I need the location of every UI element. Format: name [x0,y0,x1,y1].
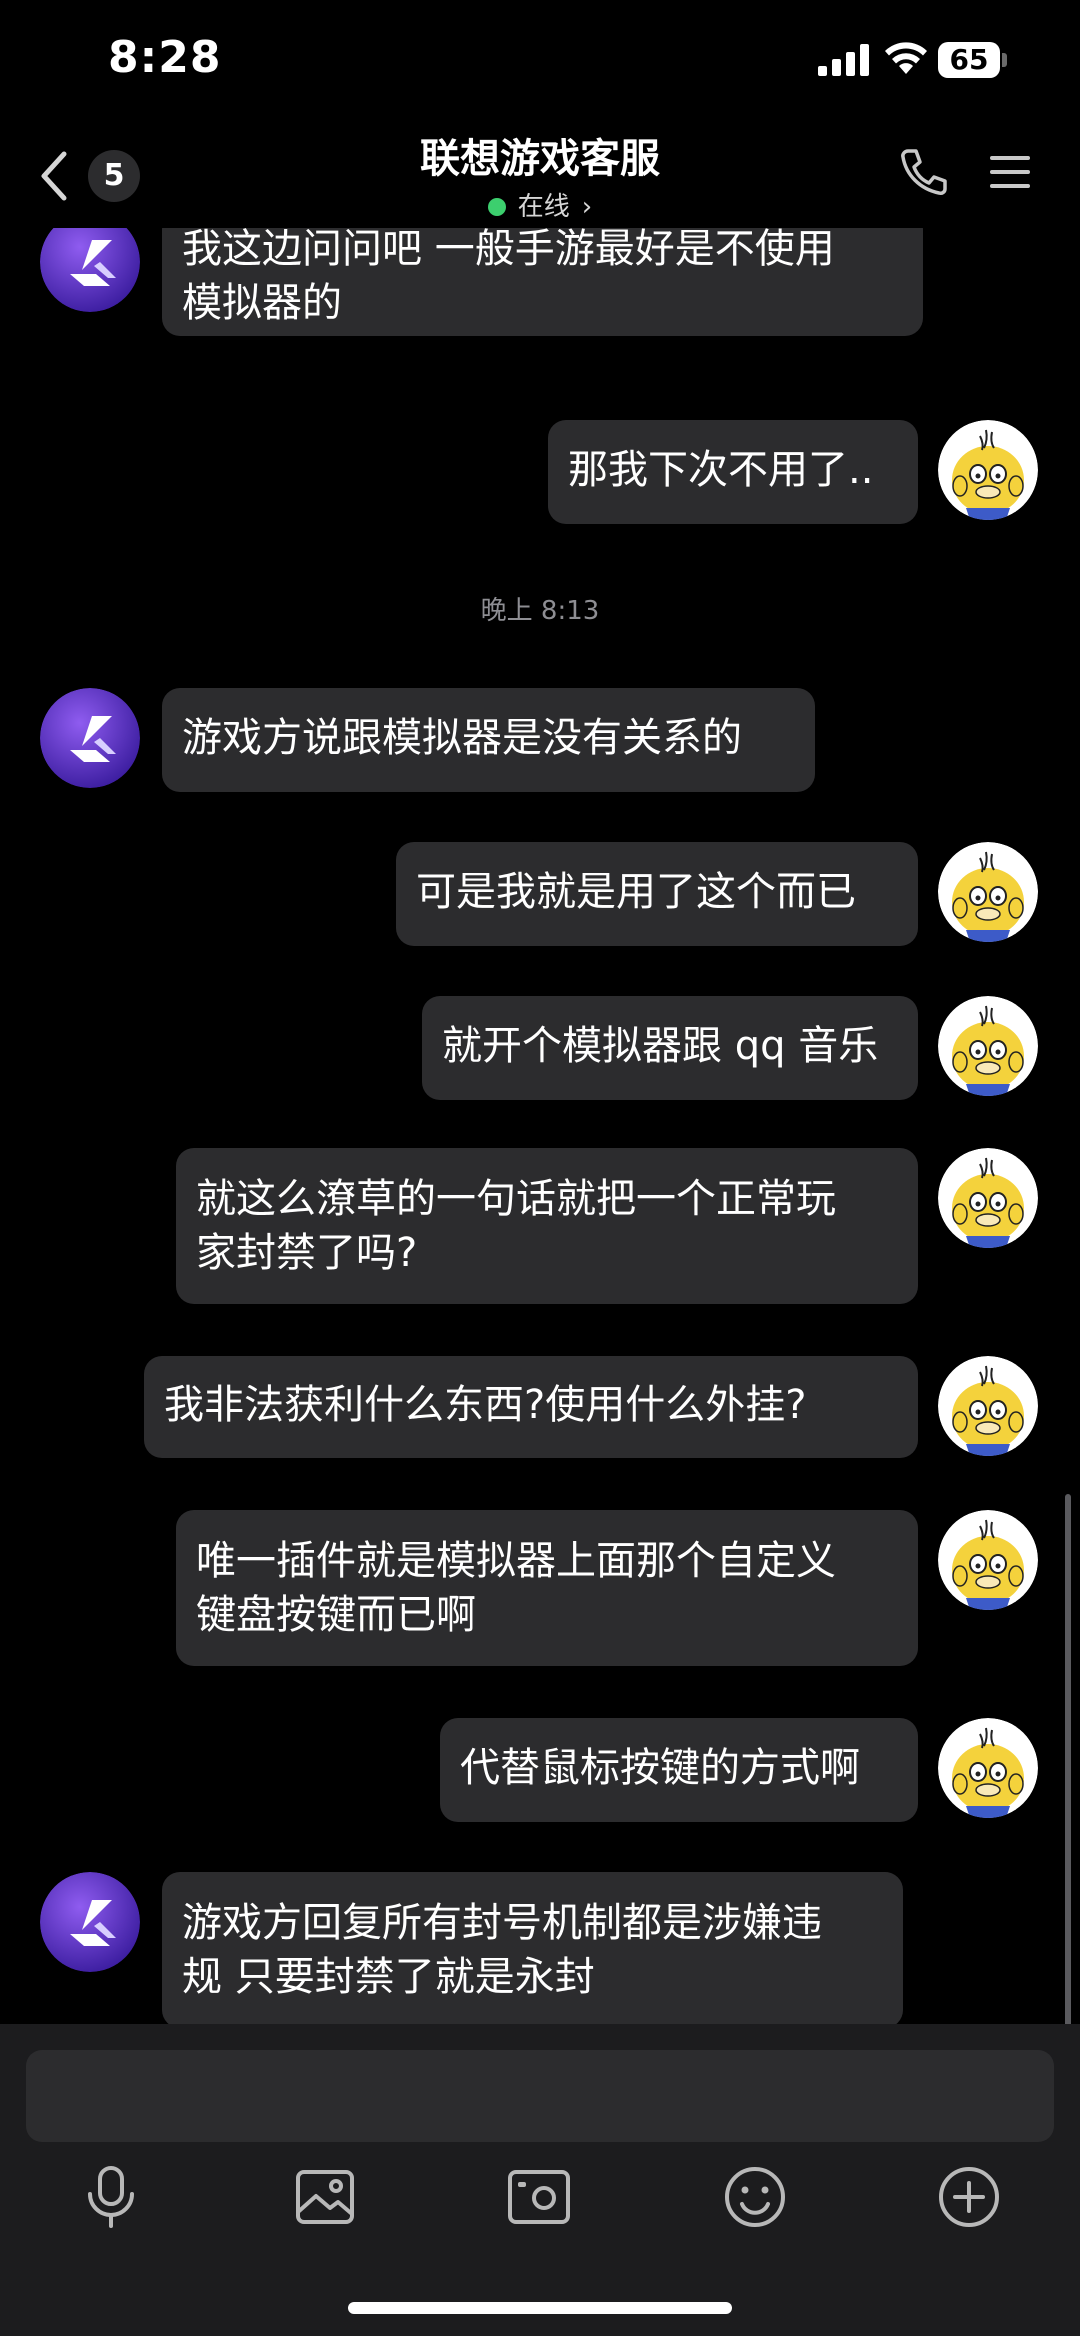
message-line: 模拟器的 [182,280,342,326]
online-status-label: 在线 [517,192,570,222]
status-time: 8:28 [108,32,222,83]
user-avatar[interactable] [938,420,1038,520]
message-line: 游戏方说跟模拟器是没有关系的 [182,715,742,761]
message-line: 唯一插件就是模拟器上面那个自定义 [196,1538,836,1584]
message-line: 规 只要封禁了就是永封 [182,1954,595,2000]
agent-avatar[interactable] [40,688,140,788]
message-bubble-user[interactable]: 唯一插件就是模拟器上面那个自定义 键盘按键而已啊 [176,1510,918,1666]
message-line: 键盘按键而已啊 [196,1592,476,1638]
message-bubble-user[interactable]: 代替鼠标按键的方式啊 [440,1718,918,1822]
message-bubble-agent[interactable]: 游戏方回复所有封号机制都是涉嫌违 规 只要封禁了就是永封 [162,1872,903,2024]
message-line: 就这么潦草的一句话就把一个正常玩 [196,1176,836,1222]
signal-icon [818,44,869,76]
message-line: 我非法获利什么东西?使用什么外挂? [164,1382,807,1428]
message-bubble-agent[interactable]: 我这边问问吧 一般手游最好是不使用 模拟器的 [162,228,923,336]
image-icon[interactable] [290,2162,360,2232]
user-avatar[interactable] [938,842,1038,942]
input-bar [0,2024,1080,2336]
user-avatar[interactable] [938,1718,1038,1818]
home-indicator[interactable] [348,2302,732,2314]
online-dot [487,198,506,216]
phone-icon[interactable] [898,146,950,198]
message-line: 可是我就是用了这个而已 [416,869,856,915]
status-bar: 8:28 65 [0,0,1080,120]
agent-avatar[interactable] [40,1872,140,1972]
message-bubble-user[interactable]: 可是我就是用了这个而已 [396,842,918,946]
message-bubble-user[interactable]: 那我下次不用了.. [548,420,918,524]
message-line: 代替鼠标按键的方式啊 [460,1745,860,1791]
message-line: 我这边问问吧 一般手游最好是不使用 [182,228,835,272]
user-avatar[interactable] [938,1356,1038,1456]
user-avatar[interactable] [938,1510,1038,1610]
message-bubble-user[interactable]: 就这么潦草的一句话就把一个正常玩 家封禁了吗? [176,1148,918,1304]
user-avatar[interactable] [938,996,1038,1096]
message-line: 那我下次不用了.. [568,447,874,493]
microphone-icon[interactable] [76,2162,146,2232]
chat-header: 5 联想游戏客服 在线 › [0,120,1080,228]
agent-avatar[interactable] [40,228,140,312]
battery-tip [1002,53,1007,67]
message-line: 游戏方回复所有封号机制都是涉嫌违 [182,1900,822,1946]
wifi-icon [885,42,927,74]
message-line: 就开个模拟器跟 qq 音乐 [442,1023,879,1069]
menu-icon[interactable] [988,150,1032,194]
message-line: 家封禁了吗? [196,1230,418,1276]
battery-indicator: 65 [938,42,1008,78]
chevron-right-icon: › [581,192,593,222]
timestamp-separator: 晚上 8:13 [480,596,600,626]
user-avatar[interactable] [938,1148,1038,1248]
emoji-icon[interactable] [720,2162,790,2232]
message-bubble-user[interactable]: 我非法获利什么东西?使用什么外挂? [144,1356,918,1458]
message-bubble-user[interactable]: 就开个模拟器跟 qq 音乐 [422,996,918,1100]
camera-icon[interactable] [504,2162,574,2232]
chat-area[interactable]: 我这边问问吧 一般手游最好是不使用 模拟器的 那我下次不用了.. 晚上 8:13… [0,228,1080,2024]
plus-icon[interactable] [934,2162,1004,2232]
message-input[interactable] [26,2050,1054,2142]
scrollbar[interactable] [1065,1494,1071,2024]
message-bubble-agent[interactable]: 游戏方说跟模拟器是没有关系的 [162,688,815,792]
battery-level: 65 [938,42,1000,78]
